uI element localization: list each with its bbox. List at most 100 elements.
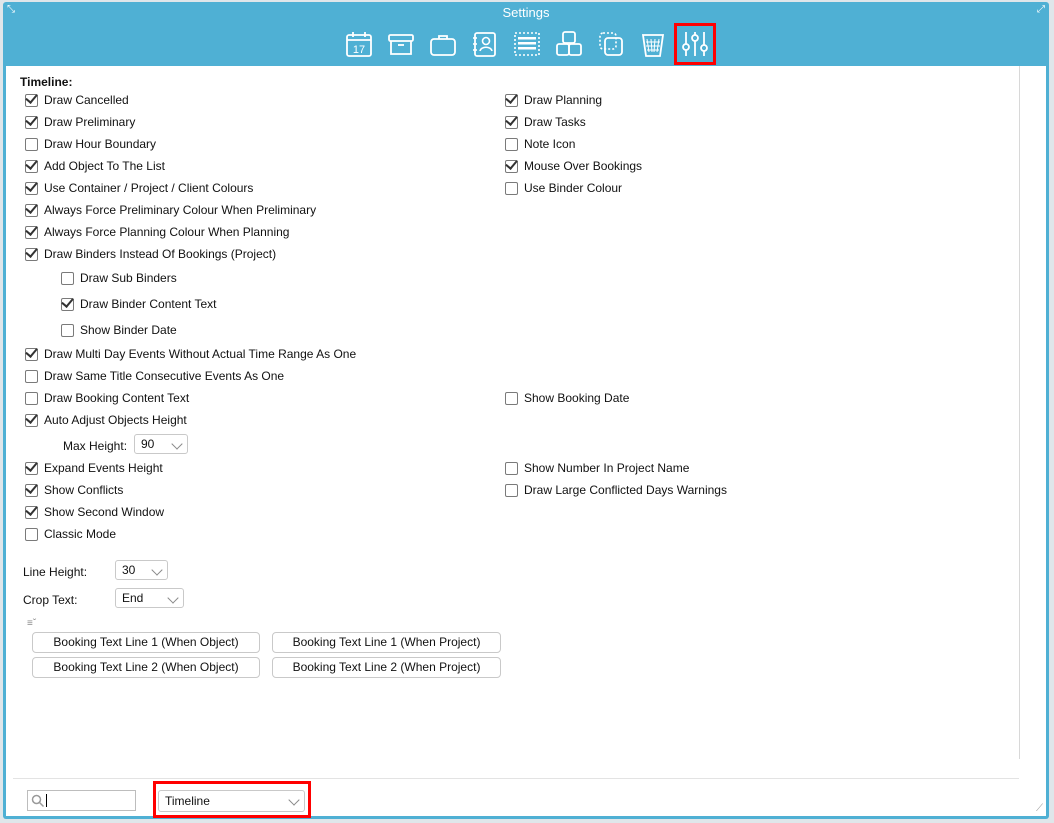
crop-text-select[interactable]: End: [115, 588, 184, 608]
section-select[interactable]: Timeline: [158, 790, 305, 812]
checkbox[interactable]: [25, 225, 38, 239]
option-large-conflicted-days-warnings[interactable]: Draw Large Conflicted Days Warnings: [505, 481, 727, 499]
option-draw-preliminary[interactable]: Draw Preliminary: [25, 113, 135, 131]
max-height-select[interactable]: 90: [134, 434, 188, 454]
option-label: Draw Large Conflicted Days Warnings: [524, 483, 727, 497]
booking-text-line1-object-button[interactable]: Booking Text Line 1 (When Object): [32, 632, 260, 653]
option-show-number-in-project-name[interactable]: Show Number In Project Name: [505, 459, 689, 477]
chevron-down-icon: [288, 794, 300, 806]
line-height-value: 30: [122, 563, 136, 577]
blocks-icon[interactable]: [555, 30, 583, 58]
option-use-container-colours[interactable]: Use Container / Project / Client Colours: [25, 179, 253, 197]
checkbox[interactable]: [25, 461, 38, 475]
booking-text-line1-project-button[interactable]: Booking Text Line 1 (When Project): [272, 632, 501, 653]
calendar-icon[interactable]: 17: [345, 30, 373, 58]
option-show-binder-date[interactable]: Show Binder Date: [61, 321, 177, 339]
option-label: Note Icon: [524, 137, 576, 151]
option-show-second-window[interactable]: Show Second Window: [25, 503, 164, 521]
checkbox[interactable]: [25, 181, 38, 195]
option-classic-mode[interactable]: Classic Mode: [25, 525, 116, 543]
checkbox[interactable]: [505, 159, 518, 173]
resize-grip-icon[interactable]: ⟋: [1036, 803, 1043, 814]
chevron-down-icon: [171, 438, 183, 450]
option-draw-binders[interactable]: Draw Binders Instead Of Bookings (Projec…: [25, 245, 276, 263]
footer-divider: [13, 778, 1019, 779]
checkbox[interactable]: [25, 483, 38, 497]
option-label: Draw Multi Day Events Without Actual Tim…: [44, 347, 357, 361]
option-multi-day-events[interactable]: Draw Multi Day Events Without Actual Tim…: [25, 345, 356, 363]
checkbox[interactable]: [25, 527, 38, 541]
checkbox[interactable]: [25, 247, 38, 261]
option-label: Show Booking Date: [524, 391, 630, 405]
option-label: Draw Binders Instead Of Bookings (Projec…: [44, 247, 277, 261]
max-height-value: 90: [141, 437, 155, 451]
option-label: Draw Binder Content Text: [80, 297, 217, 311]
checkbox[interactable]: [505, 137, 518, 151]
trash-icon[interactable]: [639, 30, 667, 58]
booking-text-line2-project-button[interactable]: Booking Text Line 2 (When Project): [272, 657, 501, 678]
option-note-icon[interactable]: Note Icon: [505, 135, 575, 153]
crop-text-value: End: [122, 591, 144, 605]
list-icon[interactable]: [513, 30, 541, 58]
menu-icon[interactable]: ≡ˇ: [27, 618, 36, 629]
option-draw-tasks[interactable]: Draw Tasks: [505, 113, 586, 131]
option-force-preliminary-colour[interactable]: Always Force Preliminary Colour When Pre…: [25, 201, 316, 219]
option-same-title-events[interactable]: Draw Same Title Consecutive Events As On…: [25, 367, 284, 385]
option-draw-booking-content-text[interactable]: Draw Booking Content Text: [25, 389, 189, 407]
vertical-divider: [1019, 66, 1020, 759]
option-label: Always Force Preliminary Colour When Pre…: [44, 203, 317, 217]
section-select-value: Timeline: [165, 794, 210, 808]
option-draw-sub-binders[interactable]: Draw Sub Binders: [61, 269, 177, 287]
settings-window: Settings ⤡ ⤢ 17 Timeline: Draw Cancelled…: [3, 2, 1049, 819]
collapse-icon[interactable]: ⤡: [7, 4, 15, 15]
option-expand-events-height[interactable]: Expand Events Height: [25, 459, 163, 477]
option-label: Use Container / Project / Client Colours: [44, 181, 254, 195]
checkbox[interactable]: [505, 391, 518, 405]
search-input[interactable]: [27, 790, 136, 811]
option-auto-adjust-height[interactable]: Auto Adjust Objects Height: [25, 411, 187, 429]
archive-box-icon[interactable]: [387, 30, 415, 58]
option-draw-planning[interactable]: Draw Planning: [505, 91, 602, 109]
option-label: Expand Events Height: [44, 461, 163, 475]
copy-icon[interactable]: [597, 30, 625, 58]
checkbox[interactable]: [505, 483, 518, 497]
option-label: Draw Sub Binders: [80, 271, 177, 285]
checkbox[interactable]: [25, 159, 38, 173]
checkbox[interactable]: [25, 413, 38, 427]
checkbox[interactable]: [61, 323, 74, 337]
option-use-binder-colour[interactable]: Use Binder Colour: [505, 179, 622, 197]
crop-text-label: Crop Text:: [23, 593, 78, 607]
option-label: Draw Hour Boundary: [44, 137, 157, 151]
checkbox[interactable]: [25, 203, 38, 217]
expand-icon[interactable]: ⤢: [1037, 4, 1045, 15]
checkbox[interactable]: [61, 271, 74, 285]
option-draw-cancelled[interactable]: Draw Cancelled: [25, 91, 129, 109]
checkbox[interactable]: [25, 115, 38, 129]
option-draw-hour-boundary[interactable]: Draw Hour Boundary: [25, 135, 156, 153]
checkbox[interactable]: [25, 391, 38, 405]
option-draw-binder-content-text[interactable]: Draw Binder Content Text: [61, 295, 217, 313]
option-add-object-to-list[interactable]: Add Object To The List: [25, 157, 165, 175]
checkbox[interactable]: [25, 347, 38, 361]
contact-book-icon[interactable]: [471, 30, 499, 58]
option-mouse-over-bookings[interactable]: Mouse Over Bookings: [505, 157, 642, 175]
option-force-planning-colour[interactable]: Always Force Planning Colour When Planni…: [25, 223, 289, 241]
checkbox[interactable]: [61, 297, 74, 311]
checkbox[interactable]: [25, 369, 38, 383]
chevron-down-icon: [167, 592, 179, 604]
booking-text-line2-object-button[interactable]: Booking Text Line 2 (When Object): [32, 657, 260, 678]
checkbox[interactable]: [505, 181, 518, 195]
checkbox[interactable]: [505, 115, 518, 129]
line-height-select[interactable]: 30: [115, 560, 168, 580]
checkbox[interactable]: [25, 137, 38, 151]
option-show-conflicts[interactable]: Show Conflicts: [25, 481, 123, 499]
sliders-icon[interactable]: [674, 23, 716, 65]
checkbox[interactable]: [505, 93, 518, 107]
checkbox[interactable]: [25, 505, 38, 519]
checkbox[interactable]: [25, 93, 38, 107]
line-height-label: Line Height:: [23, 565, 88, 579]
briefcase-icon[interactable]: [429, 30, 457, 58]
checkbox[interactable]: [505, 461, 518, 475]
option-show-booking-date[interactable]: Show Booking Date: [505, 389, 629, 407]
search-icon: [31, 794, 45, 808]
